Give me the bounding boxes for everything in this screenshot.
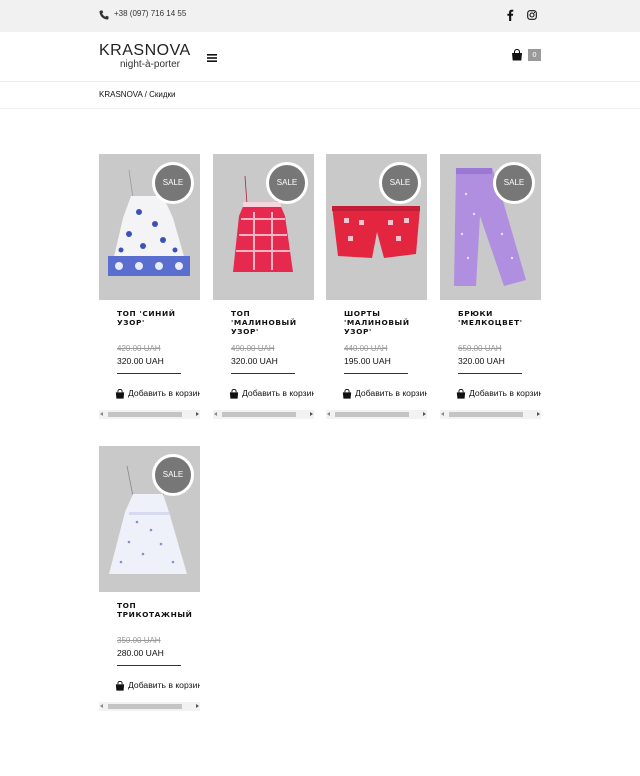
horizontal-scrollbar[interactable]: [440, 410, 541, 419]
top-bar: +38 (097) 716 14 55: [0, 0, 640, 32]
shopping-bag-icon: [229, 389, 239, 399]
add-to-cart-label: Добавить в корзину: [355, 388, 427, 398]
product-image[interactable]: SALE: [213, 154, 314, 300]
scrollbar-thumb[interactable]: [449, 412, 523, 417]
scrollbar-thumb[interactable]: [335, 412, 409, 417]
old-price: 350.00 UAH: [117, 636, 161, 645]
horizontal-scrollbar[interactable]: [99, 702, 200, 711]
horizontal-scrollbar[interactable]: [99, 410, 200, 419]
shopping-bag-icon: [342, 389, 352, 399]
sale-badge: SALE: [152, 162, 194, 204]
add-to-cart-label: Добавить в корзину: [242, 388, 314, 398]
divider: [0, 108, 640, 109]
add-to-cart-label: Добавить в корзину: [469, 388, 541, 398]
sale-price: 280.00 UAH: [117, 648, 164, 658]
phone-icon: [99, 10, 109, 20]
logo[interactable]: KRASNOVA night-à-porter: [99, 43, 195, 71]
add-to-cart-label: Добавить в корзину: [128, 680, 200, 690]
scroll-right-icon[interactable]: [310, 412, 313, 416]
old-price: 650.00 UAH: [458, 344, 502, 353]
scroll-left-icon[interactable]: [441, 412, 444, 416]
horizontal-scrollbar[interactable]: [213, 410, 314, 419]
product-name[interactable]: БРЮКИ 'МЕЛКОЦВЕТ': [458, 309, 528, 327]
scroll-left-icon[interactable]: [100, 412, 103, 416]
old-price: 420.00 UAH: [117, 344, 161, 353]
old-price: 440.00 UAH: [344, 344, 388, 353]
sale-badge: SALE: [493, 162, 535, 204]
scroll-left-icon[interactable]: [214, 412, 217, 416]
facebook-icon[interactable]: [505, 9, 515, 21]
sale-badge: SALE: [379, 162, 421, 204]
product-image[interactable]: SALE: [440, 154, 541, 300]
breadcrumb-home[interactable]: KRASNOVA: [99, 90, 142, 99]
shopping-bag-icon: [115, 389, 125, 399]
product-image[interactable]: SALE: [99, 446, 200, 592]
scroll-right-icon[interactable]: [196, 412, 199, 416]
price-divider: [117, 373, 181, 374]
old-price: 490.00 UAH: [231, 344, 275, 353]
product-image[interactable]: SALE: [326, 154, 427, 300]
product-card: SALE ШОРТЫ 'МАЛИНОВЫЙ УЗОР' 440.00 UAH 1…: [326, 154, 427, 420]
price-divider: [231, 373, 295, 374]
logo-brand: KRASNOVA: [99, 42, 191, 59]
logo-tagline: night-à-porter: [119, 59, 181, 70]
product-card: SALE ТОП 'СИНИЙ УЗОР' 420.00 UAH 320.00 …: [99, 154, 200, 420]
sale-price: 320.00 UAH: [231, 356, 278, 366]
cart-count-badge[interactable]: 0: [528, 49, 541, 61]
scroll-right-icon[interactable]: [423, 412, 426, 416]
phone-number[interactable]: +38 (097) 716 14 55: [114, 9, 186, 18]
shopping-bag-icon: [115, 681, 125, 691]
product-name[interactable]: ТОП ТРИКОТАЖНЫЙ: [117, 601, 192, 619]
sale-badge: SALE: [152, 454, 194, 496]
product-card: SALE ТОП ТРИКОТАЖНЫЙ 350.00 UAH 280.00 U…: [99, 446, 200, 712]
scrollbar-thumb[interactable]: [222, 412, 296, 417]
add-to-cart-button[interactable]: Добавить в корзину: [115, 680, 200, 692]
breadcrumb-current: Скидки: [149, 90, 176, 99]
add-to-cart-button[interactable]: Добавить в корзину: [115, 388, 200, 400]
add-to-cart-button[interactable]: Добавить в корзину: [342, 388, 427, 400]
product-card: SALE БРЮКИ 'МЕЛКОЦВЕТ' 650.00 UAH 320.00…: [440, 154, 541, 420]
product-card: SALE ТОП 'МАЛИНОВЫЙ УЗОР' 490.00 UAH 320…: [213, 154, 314, 420]
price-divider: [458, 373, 522, 374]
price-divider: [344, 373, 408, 374]
scroll-right-icon[interactable]: [537, 412, 540, 416]
scrollbar-thumb[interactable]: [108, 704, 182, 709]
shopping-bag-icon: [456, 389, 466, 399]
product-name[interactable]: ТОП 'МАЛИНОВЫЙ УЗОР': [231, 309, 301, 336]
product-name[interactable]: ТОП 'СИНИЙ УЗОР': [117, 309, 187, 327]
breadcrumb: KRASNOVA / Скидки: [99, 90, 175, 99]
scroll-left-icon[interactable]: [100, 704, 103, 708]
menu-icon[interactable]: [207, 54, 217, 62]
sale-price: 320.00 UAH: [458, 356, 505, 366]
scroll-right-icon[interactable]: [196, 704, 199, 708]
price-divider: [117, 665, 181, 666]
sale-price: 320.00 UAH: [117, 356, 164, 366]
product-image[interactable]: SALE: [99, 154, 200, 300]
sale-price: 195.00 UAH: [344, 356, 391, 366]
add-to-cart-label: Добавить в корзину: [128, 388, 200, 398]
add-to-cart-button[interactable]: Добавить в корзину: [456, 388, 541, 400]
scrollbar-thumb[interactable]: [108, 412, 182, 417]
add-to-cart-button[interactable]: Добавить в корзину: [229, 388, 314, 400]
site-header: KRASNOVA night-à-porter 0: [0, 32, 640, 82]
horizontal-scrollbar[interactable]: [326, 410, 427, 419]
scroll-left-icon[interactable]: [327, 412, 330, 416]
cart-icon[interactable]: [511, 49, 523, 61]
product-name[interactable]: ШОРТЫ 'МАЛИНОВЫЙ УЗОР': [344, 309, 414, 336]
instagram-icon[interactable]: [527, 10, 537, 20]
sale-badge: SALE: [266, 162, 308, 204]
